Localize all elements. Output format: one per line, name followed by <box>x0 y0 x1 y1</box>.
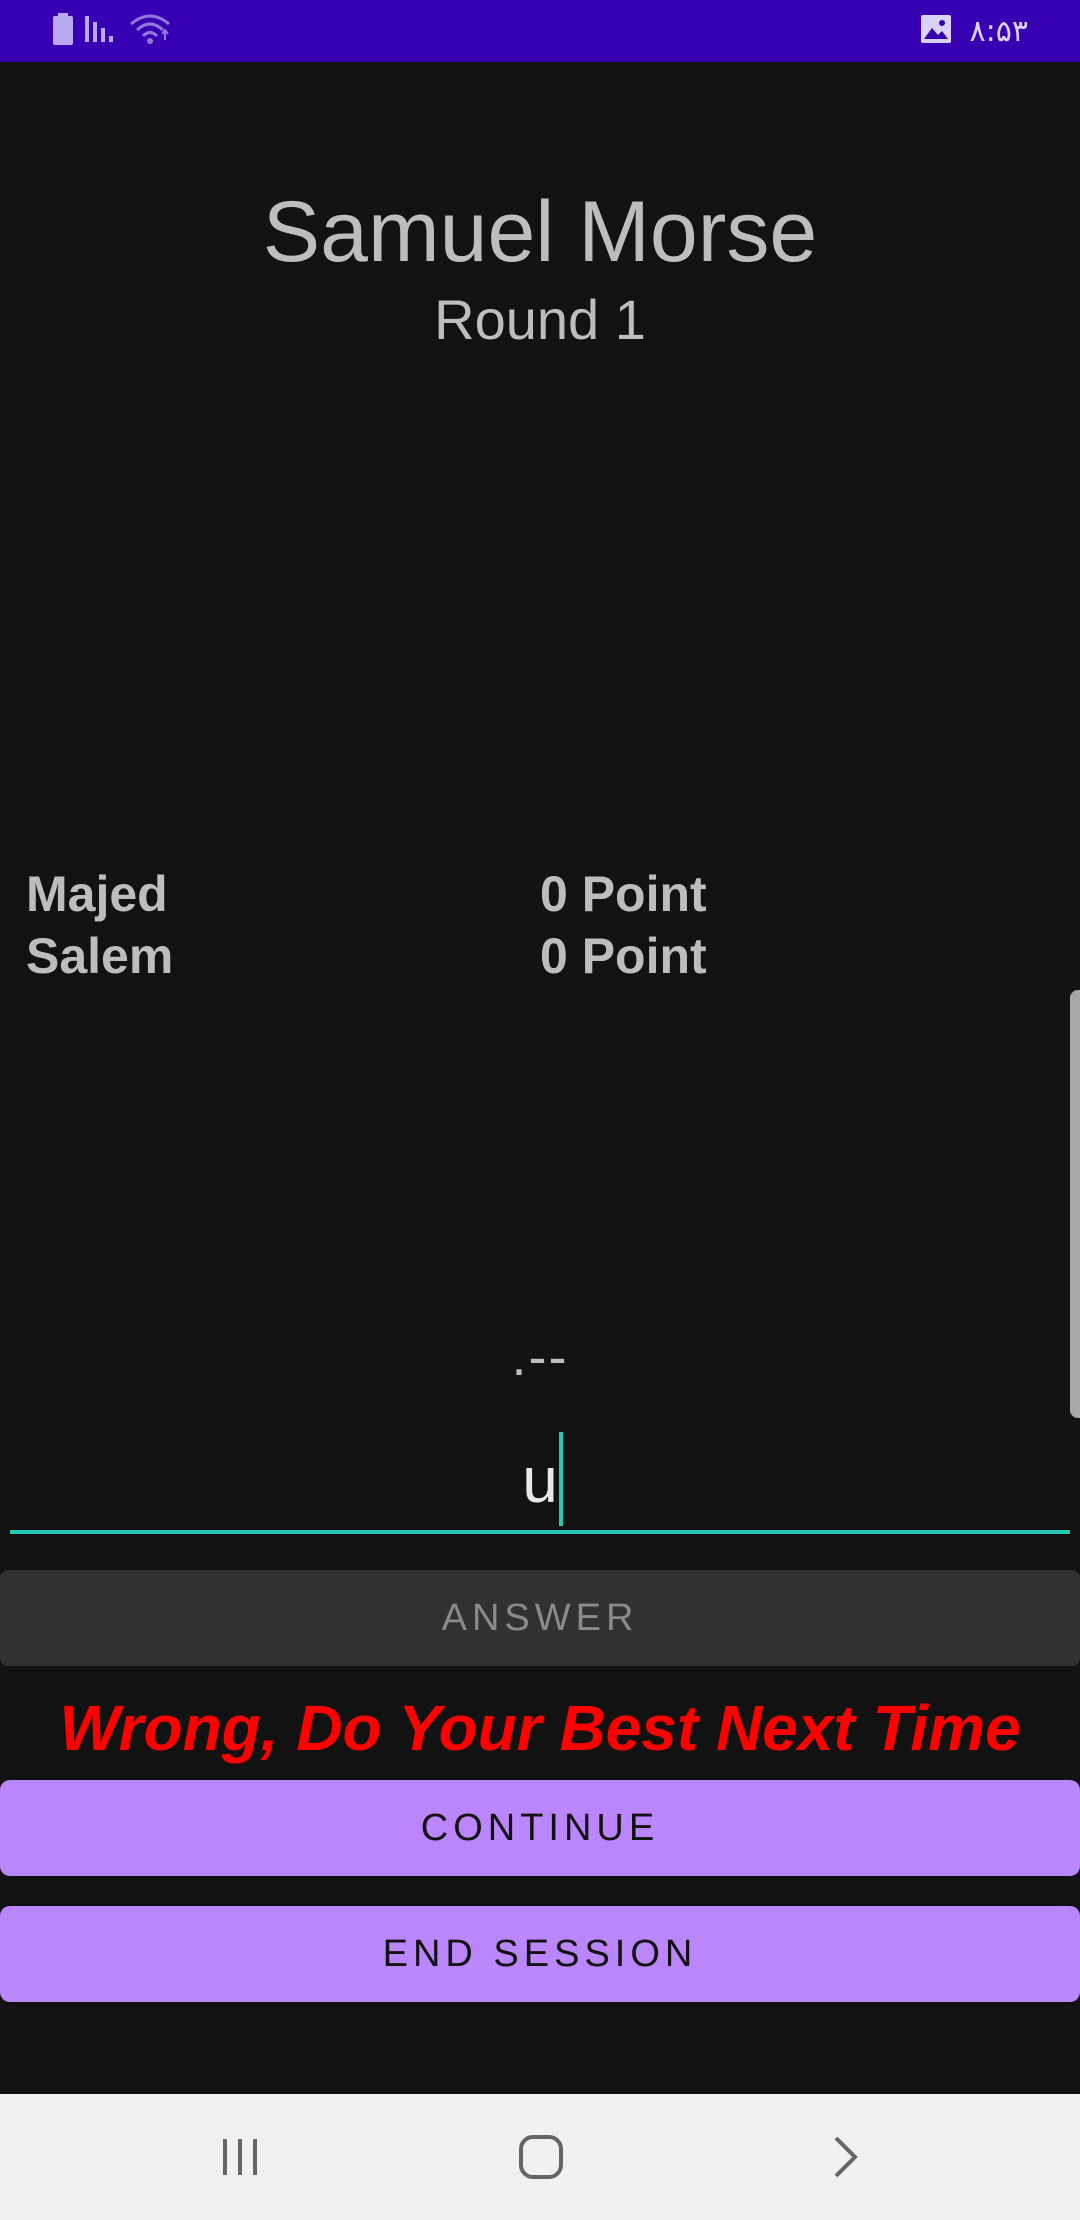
game-screen: Samuel Morse Round 1 Majed 0 Point Salem… <box>0 62 1080 2094</box>
back-icon[interactable] <box>810 2122 880 2192</box>
answer-button[interactable]: ANSWER <box>0 1570 1080 1666</box>
player-points: 0 Point <box>540 866 707 922</box>
round-label: Round 1 <box>434 288 646 351</box>
status-icons-left <box>52 12 172 51</box>
wifi-icon <box>128 12 172 51</box>
recent-apps-icon[interactable] <box>205 2122 275 2192</box>
game-title: Samuel Morse <box>262 184 818 280</box>
player-name: Salem <box>26 928 174 984</box>
image-icon <box>920 14 952 49</box>
player-points: 0 Point <box>540 928 707 984</box>
status-bar: ۸:۵۳ <box>0 0 1080 62</box>
signal-icon <box>84 14 118 49</box>
answer-input-value[interactable]: u <box>10 1444 1070 1516</box>
system-nav-bar <box>0 2094 1080 2220</box>
continue-button[interactable]: CONTINUE <box>0 1780 1080 1876</box>
answer-input[interactable]: u <box>10 1422 1070 1534</box>
score-row: Salem 0 Point <box>26 926 1066 986</box>
home-icon[interactable] <box>506 2122 576 2192</box>
battery-icon <box>52 12 74 50</box>
morse-code-prompt: .-- <box>511 1327 569 1387</box>
feedback-message: Wrong, Do Your Best Next Time <box>59 1692 1021 1764</box>
end-session-button[interactable]: END SESSION <box>0 1906 1080 2002</box>
status-icons-right: ۸:۵۳ <box>920 12 1028 50</box>
status-time: ۸:۵۳ <box>969 13 1028 49</box>
player-name: Majed <box>26 866 168 922</box>
score-row: Majed 0 Point <box>26 864 1066 924</box>
text-cursor <box>559 1432 563 1526</box>
scroll-handle[interactable] <box>1070 990 1080 1418</box>
